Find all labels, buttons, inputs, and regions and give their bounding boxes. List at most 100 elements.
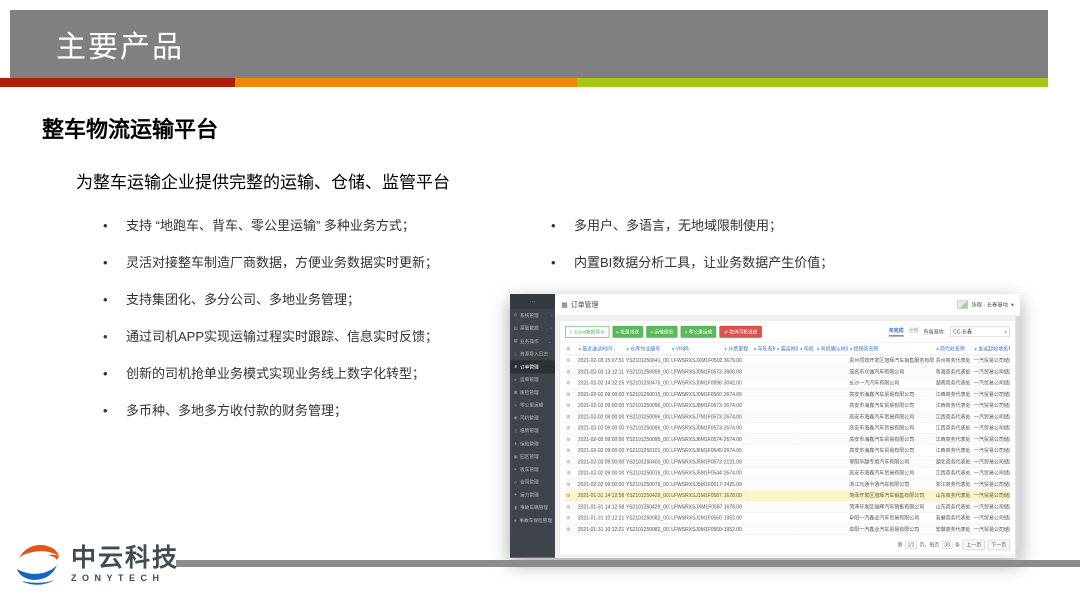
vin-link[interactable]: LFWSRXSJ8M1F05748 <box>670 434 723 445</box>
page-select[interactable]: 1/2 <box>905 541 917 549</box>
column-header[interactable]: ▼商代处名称 <box>934 342 972 355</box>
sidebar-item-业务操作[interactable]: ▦业务操作⌄ <box>510 335 555 348</box>
column-header[interactable]: ▼车队名称 <box>752 342 775 355</box>
table-row[interactable]: ⚙2021-02-02 09:00:00YS2101250015_001LFWS… <box>565 389 1010 400</box>
column-header[interactable]: ▼司机确认时间 <box>815 342 848 355</box>
vin-link[interactable]: LFWSRXSJ0M1F05987 <box>670 377 723 388</box>
table-row[interactable]: ⚙2021-01-31 10:12:21YS2101250082_001LFWS… <box>565 524 1010 535</box>
sidebar-item-临牌管理[interactable]: ▯临牌管理 <box>510 424 555 437</box>
table-cell <box>798 355 815 366</box>
vin-link[interactable]: LFWSRXSJ5M1F05732 <box>670 456 723 467</box>
column-header[interactable]: ▼司机 <box>798 342 815 355</box>
gear-icon[interactable]: ⚙ <box>566 504 570 510</box>
gear-icon[interactable]: ⚙ <box>566 425 570 431</box>
gear-icon[interactable]: ⚙ <box>566 380 570 386</box>
vin-link[interactable]: LFWSRXSJXM1F05872 <box>670 501 723 512</box>
sidebar-item-板车管理[interactable]: ▸板车管理 <box>510 463 555 476</box>
gear-icon[interactable]: ⚙ <box>566 470 570 476</box>
sidebar-item-运力管理[interactable]: ✦运力管理 <box>510 488 555 501</box>
column-label: 司机 <box>804 346 814 352</box>
gear-icon[interactable]: ⚙ <box>566 414 570 420</box>
vin-link[interactable]: LFWSRXSJ1M1F05873 <box>670 490 723 501</box>
table-row[interactable]: ⚙2021-02-02 09:00:00YS2101250096_001LFWS… <box>565 422 1010 433</box>
user-menu[interactable]: 张程 - 长春基地 ▾ <box>957 300 1014 309</box>
运输质检-button[interactable]: ▸运输质检 <box>647 326 678 338</box>
vin-link[interactable]: LFWSRXSJXM1F05029 <box>670 355 723 366</box>
table-cell <box>815 389 848 400</box>
vin-link[interactable]: LFWSRXSJ0M1F05731 <box>670 366 723 377</box>
table-row[interactable]: ⚙2021-02-02 14:32:25YS2101250475_001LFWS… <box>565 377 1010 388</box>
table-cell: 一汽贸易公司储运分 <box>973 490 1010 501</box>
column-header[interactable]: ▼经销商名称 <box>848 342 934 355</box>
tab-全部[interactable]: 全部 <box>909 327 919 336</box>
sidebar-item-零公里运输[interactable]: ∿零公里运输 <box>510 399 555 412</box>
column-header[interactable]: ▼装运时间 <box>775 342 798 355</box>
sidebar-item-事故车辆管理[interactable]: ▮事故车辆管理 <box>510 501 555 514</box>
vin-link[interactable]: LFWSRXSJ2M1F05607 <box>670 512 723 523</box>
vin-link[interactable]: LFWSRXSJ7M1F05733 <box>670 411 723 422</box>
table-row[interactable]: ⚙2021-02-02 09:00:00YS2101250079_001LFWS… <box>565 479 1010 490</box>
column-header[interactable]: ▼仓库作业编号 <box>625 342 670 355</box>
vin-link[interactable]: LFWSRXSJ8M1F05734 <box>670 400 723 411</box>
sidebar-item-系统管理[interactable]: ⚙系统管理‹ <box>510 309 555 322</box>
gear-icon[interactable]: ⚙ <box>566 358 570 364</box>
table-row[interactable]: ⚙2021-02-03 15:07:51YS2101250641_001LFWS… <box>565 355 1010 366</box>
app-screenshot: ⋯ ⚙系统管理‹▤基础数据‹▦业务操作⌄▯资源导入日志≡订单管理▸运单管理▣质检… <box>510 294 1020 558</box>
vin-link[interactable]: LFWSRXSJ5M1F05178 <box>670 479 723 490</box>
table-row[interactable]: ⚙2021-02-02 09:00:00YS2101250096_002LFWS… <box>565 411 1010 422</box>
Excel数据导入-button[interactable]: ⇩Excel数据导入 <box>565 326 609 338</box>
base-select[interactable]: CC-长春 ▾ <box>950 327 1010 338</box>
sidebar-item-司机管理[interactable]: ◉司机管理 <box>510 412 555 425</box>
vin-link[interactable]: LFWSRXSJ0M1F05606 <box>670 524 723 535</box>
sidebar-item-事故车保险管理[interactable]: ▲事故车保险管理 <box>510 514 555 527</box>
sidebar-item-基础数据[interactable]: ▤基础数据‹ <box>510 322 555 335</box>
零公里运输-button[interactable]: ▸零公里运输 <box>681 326 717 338</box>
table-row[interactable]: ⚙2021-02-02 09:00:00YS2101250016_001LFWS… <box>565 467 1010 478</box>
shield-icon: ▲ <box>513 441 518 445</box>
table-row[interactable]: ⚙2021-02-02 09:00:00YS2101250101_001LFWS… <box>565 445 1010 456</box>
page-size-select[interactable]: 30 <box>942 541 953 549</box>
table-cell: 一汽贸易公司储运分 <box>973 411 1010 422</box>
column-header[interactable]: ▼VIN码 <box>670 342 723 355</box>
sidebar-item-质检管理[interactable]: ▣质检管理 <box>510 386 555 399</box>
tab-未完成[interactable]: 未完成 <box>889 327 904 336</box>
vin-link[interactable]: LFWSRXSJ6M1F05450 <box>670 445 723 456</box>
sidebar-item-保险管理[interactable]: ▲保险管理 <box>510 437 555 450</box>
批量派送-button[interactable]: ▸批量派送 <box>612 326 643 338</box>
table-row[interactable]: ⚙2021-01-31 10:12:21YS2101250082_002LFWS… <box>565 512 1010 523</box>
sidebar-item-资源导入日志[interactable]: ▯资源导入日志 <box>510 347 555 360</box>
vin-link[interactable]: LFWSRXSJ0M1F05735 <box>670 422 723 433</box>
table-row[interactable]: ⚙2021-01-31 14:12:58YS2101250429_002LFWS… <box>565 490 1010 501</box>
table-row[interactable]: ⚙2021-02-03 13:12:11YS2101250559_001LFWS… <box>565 366 1010 377</box>
gear-icon[interactable]: ⚙ <box>566 369 570 375</box>
column-header[interactable]: ▼发运起始地名称 <box>973 342 1010 355</box>
vin-link[interactable]: LFWSRXSJ5M1F05449 <box>670 467 723 478</box>
vertical-scrollbar[interactable] <box>1016 316 1020 558</box>
取消司机派送-button[interactable]: ⊘取消司机派送 <box>720 326 762 338</box>
gear-icon[interactable]: ⚙ <box>566 482 570 488</box>
sidebar-item-运单管理[interactable]: ▸运单管理 <box>510 373 555 386</box>
prev-page-button[interactable]: 上一页 <box>963 540 986 551</box>
table-row[interactable]: ⚙2021-01-31 14:12:58YS2101250429_001LFWS… <box>565 501 1010 512</box>
row-settings-column[interactable]: ⚙ <box>565 342 577 355</box>
column-header[interactable]: ▼最近送达时间 ↓ <box>577 342 625 355</box>
vin-link[interactable]: LFWSRXSJ0M1F05602 <box>670 389 723 400</box>
sidebar-item-合同管理[interactable]: ▱合同管理 <box>510 476 555 489</box>
next-page-button[interactable]: 下一页 <box>988 540 1011 551</box>
table-row[interactable]: ⚙2021-02-02 09:00:00YS2101250096_003LFWS… <box>565 400 1010 411</box>
gear-icon[interactable]: ⚙ <box>566 459 570 465</box>
gear-icon[interactable]: ⚙ <box>566 493 570 499</box>
table-row[interactable]: ⚙2021-02-02 09:00:00YS2101250095_001LFWS… <box>565 434 1010 445</box>
gear-icon[interactable]: ⚙ <box>566 437 570 443</box>
gear-icon[interactable]: ⚙ <box>566 527 570 533</box>
bullet-item: 创新的司机抢单业务模式实现业务线上数字化转型； <box>100 366 530 381</box>
sidebar-item-园区管理[interactable]: ▣园区管理 <box>510 450 555 463</box>
sidebar-item-订单管理[interactable]: ≡订单管理 <box>510 360 555 373</box>
gear-icon[interactable]: ⚙ <box>566 392 570 398</box>
caret-down-icon: ▾ <box>1011 301 1014 308</box>
gear-icon[interactable]: ⚙ <box>566 515 570 521</box>
table-row[interactable]: ⚙2021-02-02 09:00:00YS2101250400_001LFWS… <box>565 456 1010 467</box>
gear-icon[interactable]: ⚙ <box>566 403 570 409</box>
column-header[interactable]: ▼计费里程 <box>723 342 752 355</box>
gear-icon[interactable]: ⚙ <box>566 448 570 454</box>
